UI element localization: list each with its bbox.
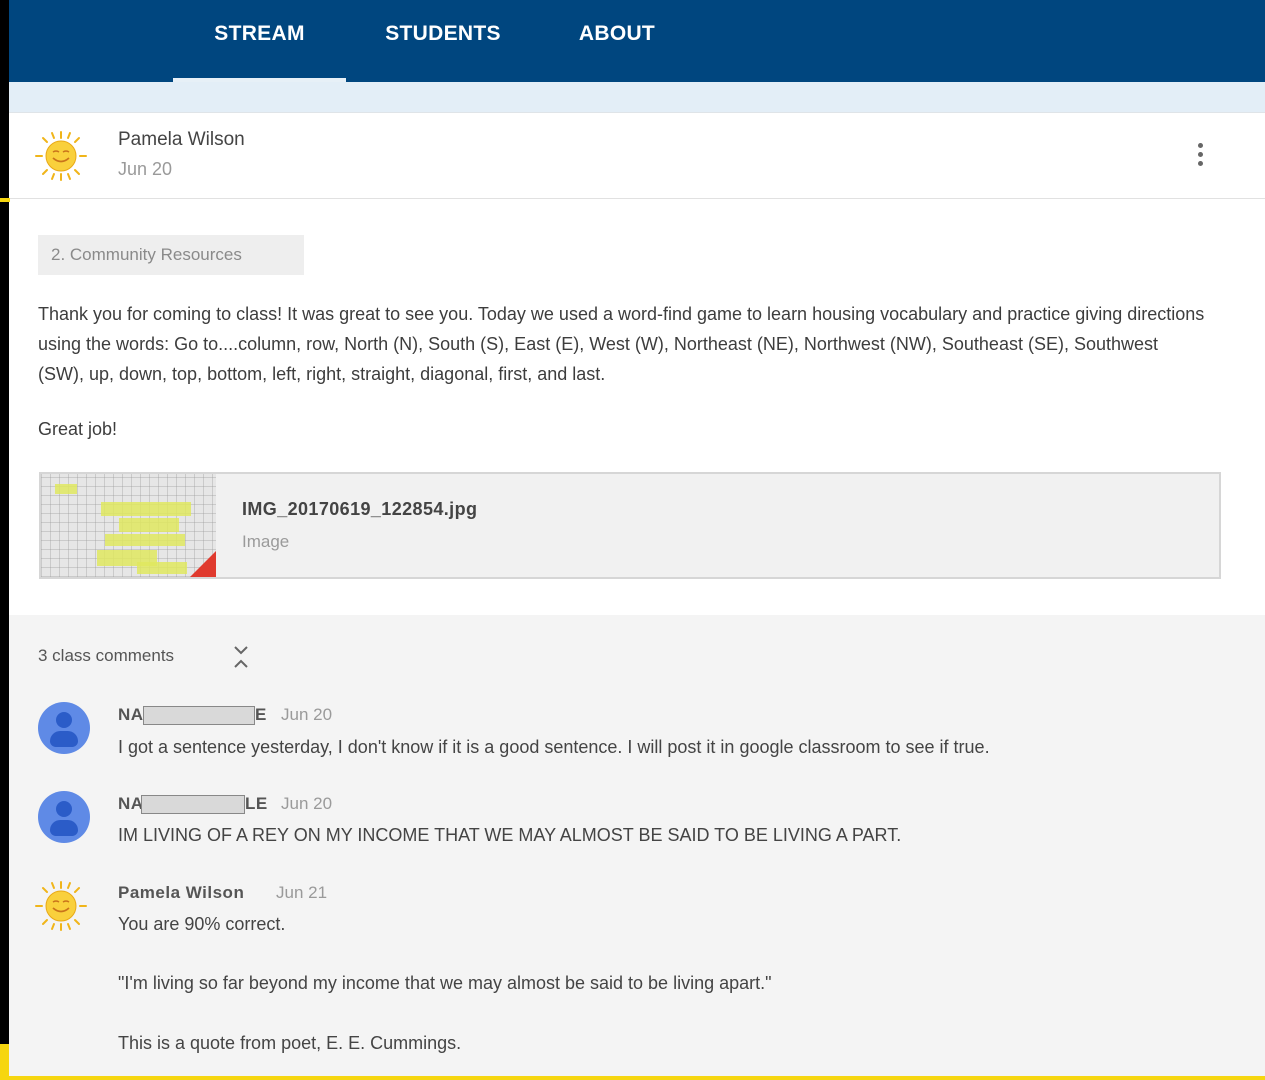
topic-chip[interactable]: 2. Community Resources [38, 235, 304, 275]
classroom-page: STREAM STUDENTS ABOUT Pamela Wilson Jun … [9, 0, 1265, 1076]
image-attachment[interactable]: IMG_20170619_122854.jpg Image [39, 472, 1221, 579]
tab-about[interactable]: ABOUT [549, 0, 685, 82]
post-author-name[interactable]: Pamela Wilson [118, 129, 245, 151]
comment-author-end: LE [245, 794, 268, 813]
more-vert-icon[interactable] [1189, 139, 1211, 175]
class-comments-count[interactable]: 3 class comments [38, 646, 174, 666]
comment-text: "I'm living so far beyond my income that… [118, 973, 772, 993]
comment-text: I got a sentence yesterday, I don't know… [118, 737, 990, 757]
person-avatar-icon [38, 791, 90, 843]
post-body-text: Thank you for coming to class! It was gr… [38, 304, 1205, 384]
top-nav-bar: STREAM STUDENTS ABOUT [9, 0, 1265, 82]
frame-accent [0, 1044, 9, 1080]
comment-date: Jun 20 [281, 794, 333, 813]
comment-text: This is a quote from poet, E. E. Cumming… [118, 1033, 462, 1053]
class-comments-section: 3 class comments NA E Jun 20 I got a sen… [9, 615, 1265, 1076]
attachment-filename[interactable]: IMG_20170619_122854.jpg [242, 499, 477, 520]
tab-stream[interactable]: STREAM [173, 0, 346, 82]
attachment-thumbnail [41, 474, 216, 577]
redaction-bar [141, 795, 245, 814]
sun-avatar-icon [35, 881, 87, 931]
comment-text: You are 90% correct. [118, 914, 286, 934]
comment-date: Jun 21 [276, 883, 328, 902]
comment-author-start: NA [118, 705, 144, 724]
comment-author-name: Pamela Wilson [118, 883, 245, 902]
sun-avatar-icon [35, 131, 87, 181]
drive-file-corner-icon [190, 551, 216, 577]
post-date: Jun 20 [118, 159, 173, 179]
comment-author-start: NA [118, 794, 144, 813]
sub-header-strip [9, 82, 1265, 112]
tab-students[interactable]: STUDENTS [363, 0, 523, 82]
person-avatar-icon [38, 702, 90, 754]
comment-text: IM LIVING OF A REY ON MY INCOME THAT WE … [118, 825, 902, 845]
unfold-icon[interactable] [231, 643, 251, 671]
frame-accent [0, 198, 10, 202]
stream-post-card: Pamela Wilson Jun 20 2. Community Resour… [9, 112, 1265, 1076]
frame-accent [0, 1076, 1265, 1080]
comment-author-end: E [255, 705, 267, 724]
post-closing-text: Great job! [38, 419, 118, 439]
post-header: Pamela Wilson Jun 20 [9, 113, 1265, 199]
comment-date: Jun 20 [281, 705, 333, 724]
attachment-type: Image [242, 532, 290, 551]
redaction-bar [143, 706, 255, 725]
